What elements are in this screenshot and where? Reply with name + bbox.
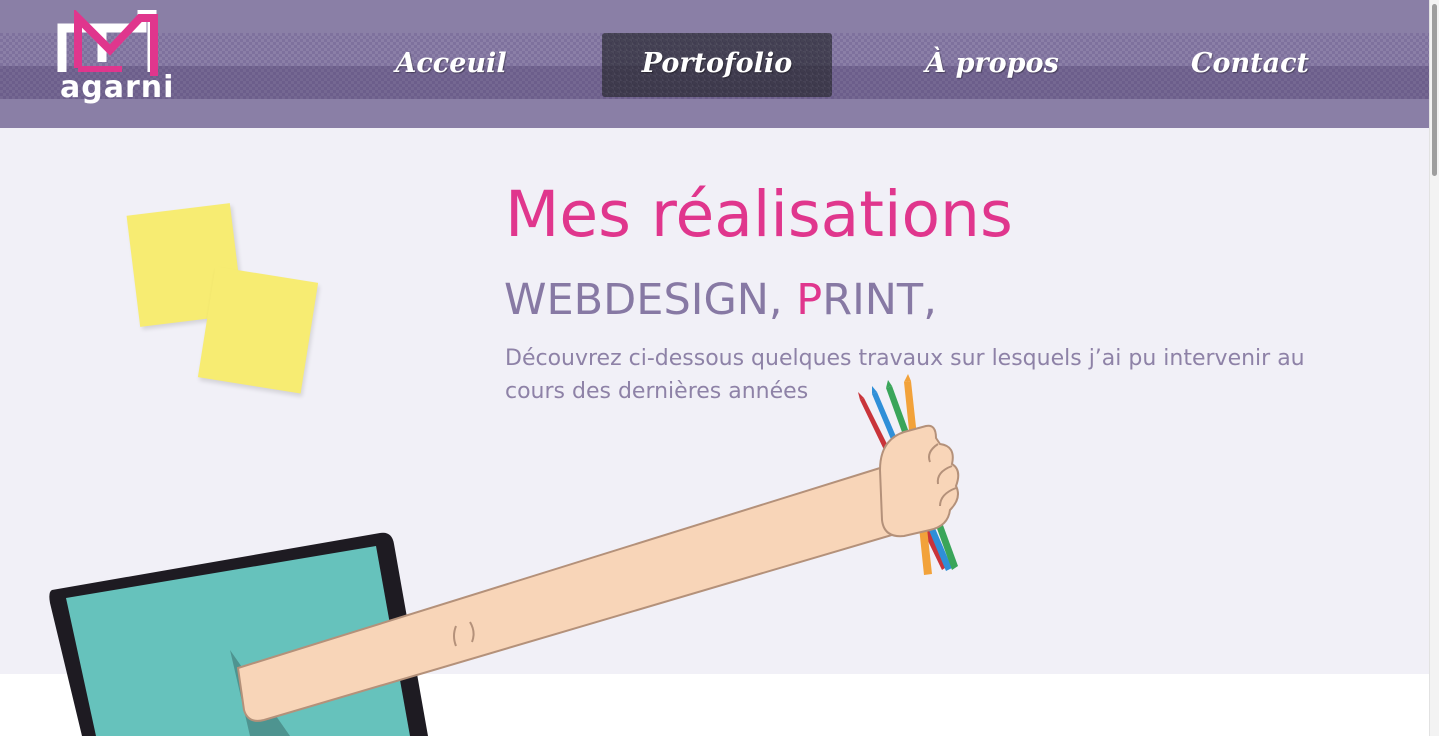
page: agarni Acceuil Portofolio À propos Conta… [0, 0, 1439, 736]
hand-icon [878, 424, 960, 538]
scrollbar-thumb[interactable] [1432, 4, 1437, 176]
nav-item-home[interactable]: Acceuil [380, 33, 522, 97]
scrollbar[interactable] [1429, 0, 1439, 736]
nav-item-about[interactable]: À propos [905, 33, 1079, 97]
hero-description: Découvrez ci-dessous quelques travaux su… [505, 346, 1305, 404]
subtitle-accent: P [796, 275, 823, 325]
hero-title: Mes réalisations [505, 178, 1013, 251]
nav-item-contact[interactable]: Contact [1185, 33, 1315, 97]
logo-text[interactable]: agarni [60, 73, 174, 103]
site-header: agarni Acceuil Portofolio À propos Conta… [0, 0, 1430, 128]
subtitle-part: RINT, [822, 275, 937, 325]
subtitle-part: WEBDESIGN, [504, 275, 797, 325]
nav-item-portfolio[interactable]: Portofolio [602, 33, 832, 97]
hero-subtitle: WEBDESIGN, PRINT, [504, 275, 937, 325]
